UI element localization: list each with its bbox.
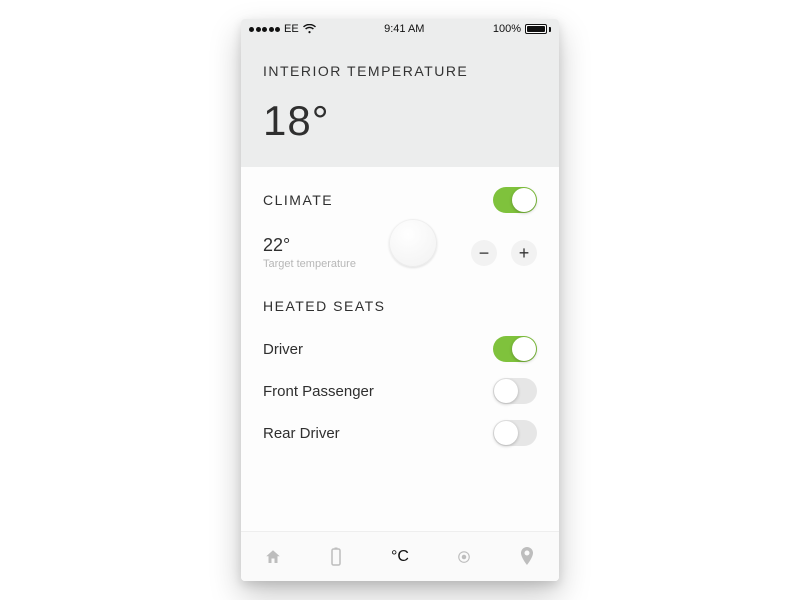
target-temp-label: Target temperature (263, 258, 356, 270)
decrease-temp-button[interactable]: − (471, 240, 497, 266)
seat-row-rear-driver: Rear Driver (263, 412, 537, 454)
seat-label: Driver (263, 341, 303, 358)
carrier-label: EE (284, 23, 299, 35)
home-icon (264, 548, 282, 566)
nav-status[interactable] (432, 532, 496, 581)
temperature-dial[interactable] (389, 219, 437, 267)
seat-toggle-rear-driver[interactable] (493, 420, 537, 446)
battery-percent-label: 100% (493, 23, 521, 35)
wifi-icon (303, 24, 316, 34)
climate-toggle[interactable] (493, 187, 537, 213)
seat-label: Rear Driver (263, 425, 340, 442)
seat-toggle-driver[interactable] (493, 336, 537, 362)
increase-temp-button[interactable]: + (511, 240, 537, 266)
nav-home[interactable] (241, 532, 305, 581)
nav-climate[interactable]: °C (368, 532, 432, 581)
battery-nav-icon (330, 547, 342, 567)
heated-seats-heading: HEATED SEATS (263, 298, 537, 314)
seat-row-driver: Driver (263, 328, 537, 370)
interior-temp-title: INTERIOR TEMPERATURE (263, 63, 537, 79)
status-bar: EE 9:41 AM 100% (241, 19, 559, 39)
signal-dots-icon (249, 27, 280, 32)
nav-location[interactable] (495, 532, 559, 581)
interior-temp-panel: INTERIOR TEMPERATURE 18° (241, 39, 559, 167)
seat-label: Front Passenger (263, 383, 374, 400)
clock-label: 9:41 AM (384, 23, 424, 35)
nav-battery[interactable] (305, 532, 369, 581)
bottom-nav: °C (241, 531, 559, 581)
seat-row-front-passenger: Front Passenger (263, 370, 537, 412)
target-temp-value: 22° (263, 235, 356, 256)
target-icon (455, 548, 473, 566)
thermometer-icon: °C (391, 548, 409, 566)
battery-icon (525, 24, 551, 34)
interior-temp-value: 18° (263, 97, 537, 145)
climate-heading: CLIMATE (263, 192, 333, 208)
phone-frame: EE 9:41 AM 100% INTERIOR TEMPERATURE 18° (241, 19, 559, 581)
seat-toggle-front-passenger[interactable] (493, 378, 537, 404)
location-pin-icon (520, 547, 534, 567)
